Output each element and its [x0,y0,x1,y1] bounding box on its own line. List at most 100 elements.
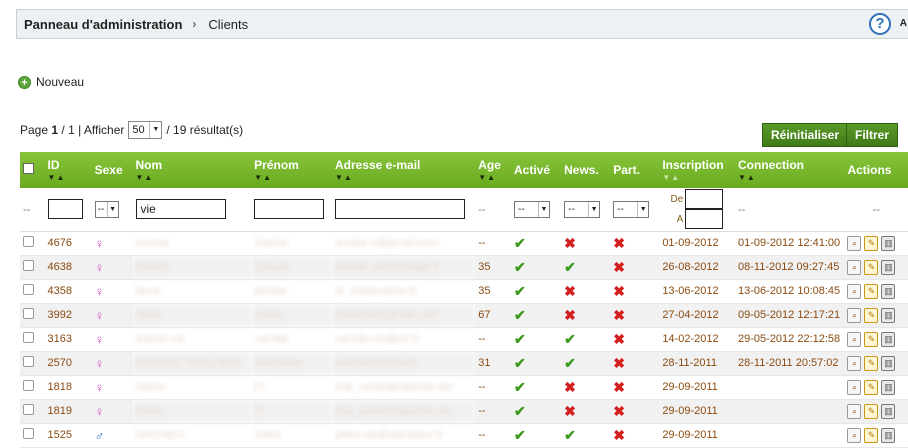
filter-id-input[interactable] [47,199,83,220]
table-row[interactable]: 2570 ♀ RENAUD VIEILLARD stephanie svieillard… [20,351,908,376]
date-to-input[interactable] [685,209,724,230]
sort-arrows-icon[interactable]: ▼▲ [478,173,508,182]
view-icon[interactable]: ⌕ [847,259,862,275]
row-checkbox[interactable] [23,260,34,271]
filter-nom-input[interactable]: vie [135,199,226,220]
cell-id[interactable]: 2570 [44,351,92,376]
pencil-icon[interactable]: ✎ [864,283,879,299]
pencil-icon[interactable]: ✎ [864,427,879,443]
row-select-cell[interactable] [20,279,45,304]
row-select-cell[interactable] [20,303,45,328]
breadcrumb-home[interactable]: Panneau d'administration [24,17,182,32]
cell-id[interactable]: 3992 [44,303,92,328]
news-cross-icon[interactable]: ✖ [564,283,576,299]
trash-icon[interactable]: ▥ [881,355,896,371]
row-select-cell[interactable] [20,351,45,376]
pencil-icon[interactable]: ✎ [864,403,879,419]
cell-id[interactable]: 1525 [44,423,92,448]
active-check-icon[interactable]: ✔ [514,403,526,419]
part-cross-icon[interactable]: ✖ [613,403,625,419]
sort-arrows-icon[interactable]: ▼▲ [254,173,329,182]
row-select-cell[interactable] [20,399,45,424]
view-icon[interactable]: ⌕ [847,331,862,347]
row-checkbox[interactable] [23,332,34,343]
cell-id[interactable]: 3163 [44,327,92,352]
sort-arrows-icon[interactable]: ▼▲ [335,173,472,182]
trash-icon[interactable]: ▥ [881,283,896,299]
col-nom[interactable]: Nom ▼▲ [132,152,252,188]
active-check-icon[interactable]: ✔ [514,283,526,299]
part-cross-icon[interactable]: ✖ [613,355,625,371]
reset-button[interactable]: Réinitialiser [762,123,849,147]
col-id[interactable]: ID ▼▲ [44,152,92,188]
part-cross-icon[interactable]: ✖ [613,307,625,323]
filter-active-select[interactable]: -- ▼ [514,200,550,218]
cell-id[interactable]: 1818 [44,375,92,400]
row-checkbox[interactable] [23,356,34,367]
pencil-icon[interactable]: ✎ [864,331,879,347]
per-page-select[interactable]: 50 ▼ [128,121,163,139]
new-client-button[interactable]: + Nouveau [18,75,84,89]
part-cross-icon[interactable]: ✖ [613,235,625,251]
view-icon[interactable]: ⌕ [847,235,862,251]
col-inscription[interactable]: Inscription ▼▲ [659,152,736,188]
filter-button[interactable]: Filtrer [846,123,899,147]
table-row[interactable]: 3992 ♀ oliver celine oliviervie@gmail.com 67 ✔… [20,303,908,328]
col-age[interactable]: Age ▼▲ [475,152,511,188]
news-cross-icon[interactable]: ✖ [564,235,576,251]
news-cross-icon[interactable]: ✖ [564,307,576,323]
table-row[interactable]: 4638 ♀ Marion Claude amelie.vie@orange.fr 35 ✔… [20,255,908,280]
help-label[interactable]: A [900,18,907,29]
filter-email-input[interactable] [334,199,465,220]
trash-icon[interactable]: ▥ [881,379,896,395]
active-check-icon[interactable]: ✔ [514,379,526,395]
active-check-icon[interactable]: ✔ [514,427,526,443]
pencil-icon[interactable]: ✎ [864,307,879,323]
news-cross-icon[interactable]: ✖ [564,403,576,419]
table-row[interactable]: 3163 ♀ dubois vie camille camille.vie@sfr.fr… [20,327,908,352]
table-row[interactable]: 1819 ♀ Pavie Fl tmp_pavie@laposte.net -- ✔ ✖ ✖ 29… [20,399,908,424]
help-icon[interactable]: ? [869,13,891,35]
part-cross-icon[interactable]: ✖ [613,379,625,395]
row-checkbox[interactable] [23,380,34,391]
filter-news-select[interactable]: -- ▼ [564,200,601,218]
trash-icon[interactable]: ▥ [881,427,896,443]
view-icon[interactable]: ⌕ [847,283,862,299]
news-check-icon[interactable]: ✔ [564,355,576,371]
table-row[interactable]: 4358 ♀ laure amelie al_viel@yahoo.fr 35 ✔ ✖ ✖ 13-… [20,279,908,304]
active-check-icon[interactable]: ✔ [514,307,526,323]
news-check-icon[interactable]: ✔ [564,259,576,275]
view-icon[interactable]: ⌕ [847,427,862,443]
cell-id[interactable]: 4358 [44,279,92,304]
trash-icon[interactable]: ▥ [881,259,896,275]
active-check-icon[interactable]: ✔ [514,331,526,347]
pencil-icon[interactable]: ✎ [864,235,879,251]
filter-part-select[interactable]: -- ▼ [613,200,650,218]
row-checkbox[interactable] [23,284,34,295]
pencil-icon[interactable]: ✎ [864,355,879,371]
row-checkbox[interactable] [23,428,34,439]
date-from-input[interactable] [685,189,724,210]
part-cross-icon[interactable]: ✖ [613,283,625,299]
pencil-icon[interactable]: ✎ [864,379,879,395]
news-cross-icon[interactable]: ✖ [564,379,576,395]
sort-arrows-icon[interactable]: ▼▲ [662,173,732,182]
row-select-cell[interactable] [20,327,45,352]
col-connection[interactable]: Connection ▼▲ [735,152,845,188]
row-checkbox[interactable] [23,236,34,247]
cell-id[interactable]: 4638 [44,255,92,280]
row-select-cell[interactable] [20,423,45,448]
sort-arrows-icon[interactable]: ▼▲ [136,173,249,182]
row-select-cell[interactable] [20,231,45,256]
view-icon[interactable]: ⌕ [847,307,862,323]
active-check-icon[interactable]: ✔ [514,355,526,371]
filter-prenom-input[interactable] [254,199,325,220]
trash-icon[interactable]: ▥ [881,403,896,419]
table-row[interactable]: 1525 ♂ MATHIEU Gilles gilles.vie@wanadoo.fr -… [20,423,908,448]
view-icon[interactable]: ⌕ [847,355,862,371]
cell-id[interactable]: 1819 [44,399,92,424]
table-row[interactable]: 1818 ♀ Sylvie Fl tmp_sylvie@laposte.net -- ✔ ✖ ✖… [20,375,908,400]
trash-icon[interactable]: ▥ [881,235,896,251]
part-cross-icon[interactable]: ✖ [613,331,625,347]
row-checkbox[interactable] [23,404,34,415]
